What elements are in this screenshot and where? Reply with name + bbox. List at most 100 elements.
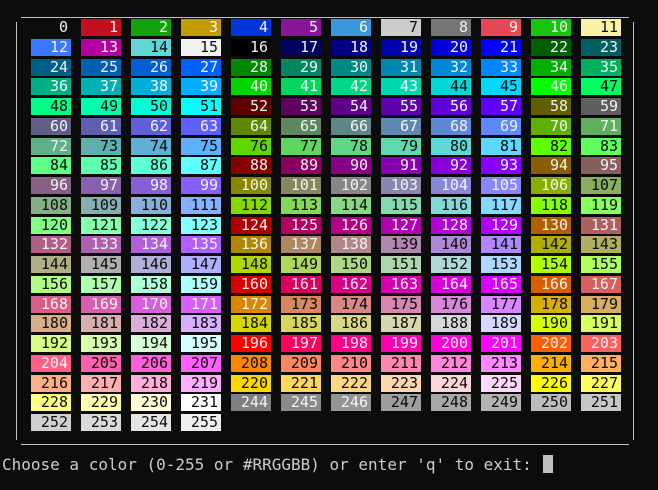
color-swatch-214: 214 — [531, 354, 571, 372]
color-swatch-249: 249 — [481, 394, 521, 412]
color-swatch-125: 125 — [281, 216, 321, 234]
color-swatch-66: 66 — [331, 117, 371, 135]
color-swatch-164: 164 — [431, 275, 471, 293]
color-swatch-210: 210 — [331, 354, 371, 372]
color-swatch-69: 69 — [481, 117, 521, 135]
color-swatch-193: 193 — [81, 335, 121, 352]
color-swatch-55: 55 — [381, 98, 421, 115]
color-swatch-14: 14 — [131, 38, 171, 56]
color-swatch-220: 220 — [231, 374, 271, 392]
color-swatch-74: 74 — [131, 137, 171, 155]
color-swatch-92: 92 — [431, 157, 471, 175]
color-swatch-127: 127 — [381, 216, 421, 234]
color-swatch-208: 208 — [231, 354, 271, 372]
color-swatch-49: 49 — [81, 98, 121, 115]
color-swatch-160: 160 — [231, 275, 271, 293]
color-swatch-20: 20 — [431, 38, 471, 56]
color-swatch-218: 218 — [131, 374, 171, 392]
color-swatch-89: 89 — [281, 157, 321, 175]
color-swatch-153: 153 — [481, 256, 521, 273]
color-swatch-82: 82 — [531, 137, 571, 155]
color-swatch-212: 212 — [431, 354, 471, 372]
color-swatch-77: 77 — [281, 137, 321, 155]
color-swatch-108: 108 — [31, 196, 71, 214]
color-swatch-156: 156 — [31, 275, 71, 293]
color-swatch-97: 97 — [81, 177, 121, 194]
color-swatch-6: 6 — [331, 19, 371, 36]
color-swatch-190: 190 — [531, 315, 571, 333]
color-swatch-50: 50 — [131, 98, 171, 115]
color-swatch-48: 48 — [31, 98, 71, 115]
color-swatch-159: 159 — [181, 275, 221, 293]
color-swatch-143: 143 — [581, 236, 621, 254]
color-swatch-43: 43 — [381, 78, 421, 96]
color-swatch-99: 99 — [181, 177, 221, 194]
color-swatch-88: 88 — [231, 157, 271, 175]
color-swatch-223: 223 — [381, 374, 421, 392]
color-swatch-80: 80 — [431, 137, 471, 155]
color-swatch-206: 206 — [131, 354, 171, 372]
color-swatch-119: 119 — [581, 196, 621, 214]
color-swatch-120: 120 — [31, 216, 71, 234]
color-swatch-253: 253 — [81, 414, 121, 431]
color-swatch-102: 102 — [331, 177, 371, 194]
color-swatch-109: 109 — [81, 196, 121, 214]
color-swatch-47: 47 — [581, 78, 621, 96]
color-swatch-255: 255 — [181, 414, 221, 431]
color-swatch-216: 216 — [31, 374, 71, 392]
color-swatch-110: 110 — [131, 196, 171, 214]
color-swatch-33: 33 — [481, 58, 521, 76]
color-swatch-213: 213 — [481, 354, 521, 372]
color-swatch-139: 139 — [381, 236, 421, 254]
color-swatch-41: 41 — [281, 78, 321, 96]
color-swatch-57: 57 — [481, 98, 521, 115]
color-swatch-103: 103 — [381, 177, 421, 194]
color-swatch-73: 73 — [81, 137, 121, 155]
color-swatch-71: 71 — [581, 117, 621, 135]
color-swatch-197: 197 — [281, 335, 321, 352]
color-swatch-182: 182 — [131, 315, 171, 333]
color-swatch-16: 16 — [231, 38, 271, 56]
color-swatch-133: 133 — [81, 236, 121, 254]
color-swatch-11: 11 — [581, 19, 621, 36]
color-swatch-75: 75 — [181, 137, 221, 155]
text-cursor[interactable] — [543, 455, 554, 473]
color-swatch-146: 146 — [131, 256, 171, 273]
color-swatch-205: 205 — [81, 354, 121, 372]
color-swatch-22: 22 — [531, 38, 571, 56]
color-swatch-2: 2 — [131, 19, 171, 36]
color-swatch-134: 134 — [131, 236, 171, 254]
color-swatch-24: 24 — [31, 58, 71, 76]
color-swatch-209: 209 — [281, 354, 321, 372]
color-swatch-51: 51 — [181, 98, 221, 115]
color-swatch-122: 122 — [131, 216, 171, 234]
terminal-prompt-line[interactable]: Choose a color (0-255 or #RRGGBB) or ent… — [2, 454, 554, 476]
color-swatch-115: 115 — [381, 196, 421, 214]
color-swatch-61: 61 — [81, 117, 121, 135]
color-swatch-90: 90 — [331, 157, 371, 175]
color-swatch-254: 254 — [131, 414, 171, 431]
color-swatch-130: 130 — [531, 216, 571, 234]
color-swatch-118: 118 — [531, 196, 571, 214]
color-swatch-145: 145 — [81, 256, 121, 273]
color-swatch-165: 165 — [481, 275, 521, 293]
color-swatch-29: 29 — [281, 58, 321, 76]
color-swatch-30: 30 — [331, 58, 371, 76]
color-swatch-124: 124 — [231, 216, 271, 234]
color-swatch-104: 104 — [431, 177, 471, 194]
color-swatch-96: 96 — [31, 177, 71, 194]
color-swatch-40: 40 — [231, 78, 271, 96]
color-swatch-84: 84 — [31, 157, 71, 175]
color-swatch-37: 37 — [81, 78, 121, 96]
color-swatch-231: 231 — [181, 394, 221, 412]
color-swatch-224: 224 — [431, 374, 471, 392]
color-swatch-154: 154 — [531, 256, 571, 273]
color-swatch-136: 136 — [231, 236, 271, 254]
color-swatch-126: 126 — [331, 216, 371, 234]
color-swatch-94: 94 — [531, 157, 571, 175]
color-swatch-138: 138 — [331, 236, 371, 254]
color-swatch-173: 173 — [281, 295, 321, 313]
color-swatch-172: 172 — [231, 295, 271, 313]
color-swatch-132: 132 — [31, 236, 71, 254]
color-swatch-140: 140 — [431, 236, 471, 254]
